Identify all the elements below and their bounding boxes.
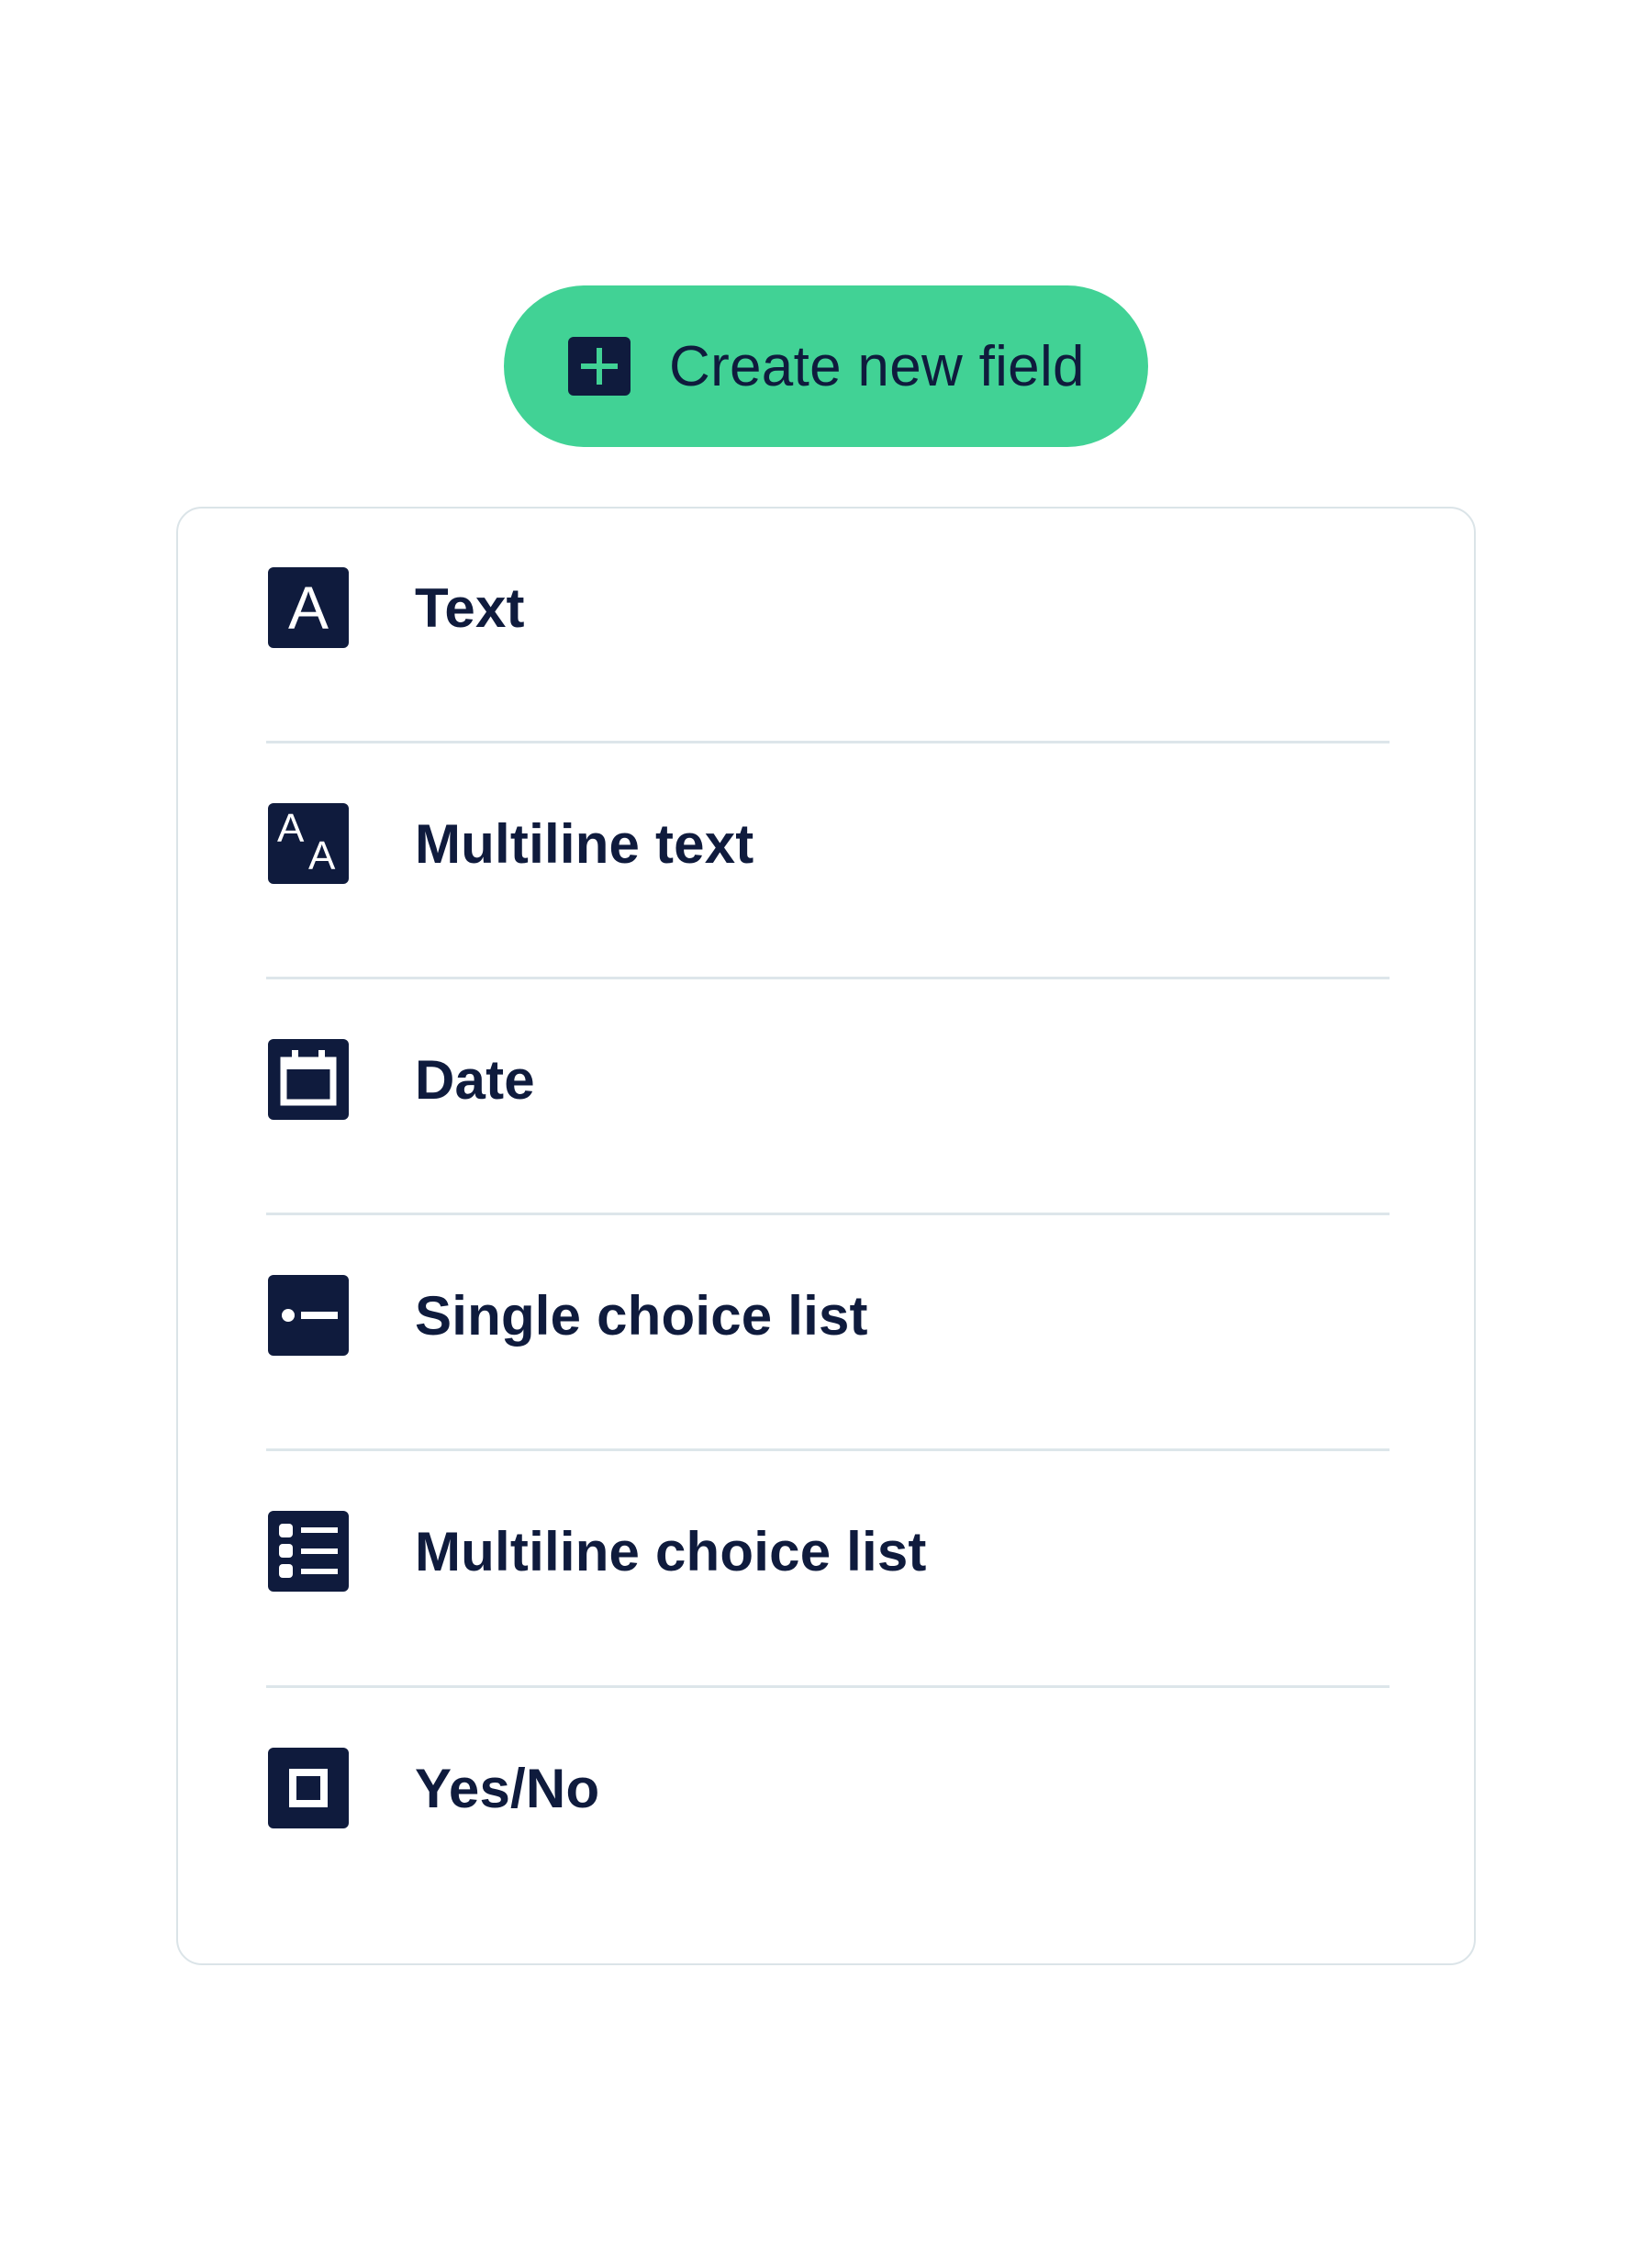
field-type-multiline-text[interactable]: A A Multiline text	[178, 798, 1474, 889]
field-type-label: Multiline choice list	[415, 1520, 927, 1582]
multiline-text-icon: A A	[268, 803, 349, 884]
divider	[266, 1448, 1390, 1451]
create-new-field-button[interactable]: Create new field	[504, 285, 1148, 447]
divider	[266, 741, 1390, 743]
field-type-label: Multiline text	[415, 812, 754, 875]
field-type-label: Single choice list	[415, 1284, 868, 1347]
field-type-multiline-choice-list[interactable]: Multiline choice list	[178, 1505, 1474, 1597]
divider	[266, 1685, 1390, 1688]
divider	[266, 1213, 1390, 1215]
field-type-yes-no[interactable]: Yes/No	[178, 1742, 1474, 1834]
calendar-icon	[268, 1039, 349, 1120]
single-choice-icon	[268, 1275, 349, 1356]
text-icon: A	[268, 567, 349, 648]
field-type-list: A Text A A Multiline text Date Single ch…	[176, 507, 1476, 1965]
field-type-label: Date	[415, 1048, 535, 1111]
plus-icon	[568, 337, 631, 396]
checkbox-icon	[268, 1748, 349, 1828]
create-new-field-label: Create new field	[669, 334, 1085, 398]
divider	[266, 977, 1390, 979]
field-type-label: Text	[415, 576, 525, 639]
field-type-date[interactable]: Date	[178, 1034, 1474, 1125]
field-type-single-choice-list[interactable]: Single choice list	[178, 1269, 1474, 1361]
field-type-label: Yes/No	[415, 1757, 600, 1819]
multi-choice-list-icon	[268, 1511, 349, 1592]
field-type-text[interactable]: A Text	[178, 562, 1474, 654]
